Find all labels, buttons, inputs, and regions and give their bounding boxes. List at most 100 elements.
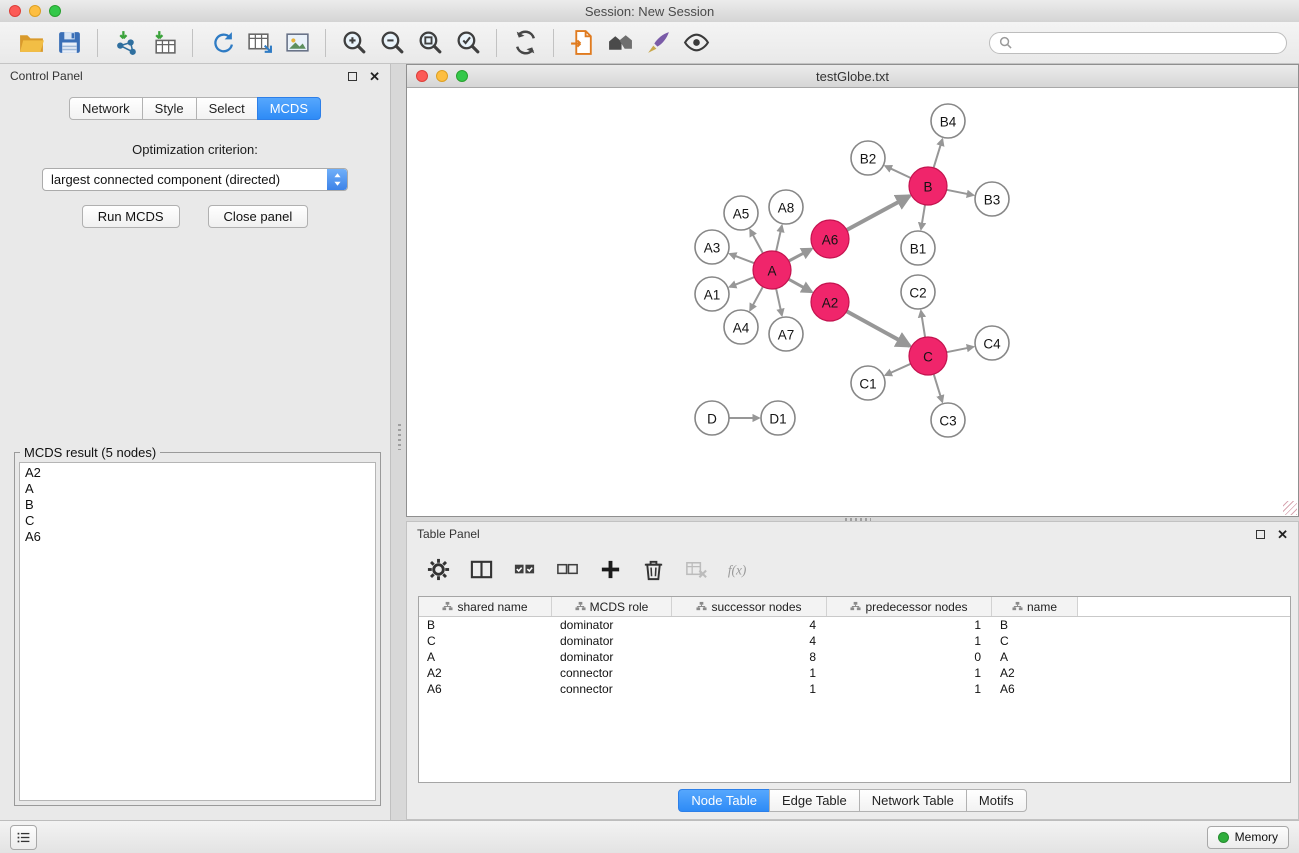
table-row[interactable]: Adominator80A — [419, 649, 1290, 665]
table-row[interactable]: Cdominator41C — [419, 633, 1290, 649]
graph-node-D[interactable]: D — [695, 401, 729, 435]
export-document-button[interactable] — [563, 26, 601, 60]
float-table-panel-icon[interactable] — [1256, 530, 1265, 539]
graph-node-A3[interactable]: A3 — [695, 230, 729, 264]
run-mcds-button[interactable]: Run MCDS — [82, 205, 180, 228]
add-button[interactable] — [595, 554, 625, 584]
result-item[interactable]: C — [20, 513, 375, 529]
save-session-button[interactable] — [50, 26, 88, 60]
delete-button[interactable] — [638, 554, 668, 584]
graph-node-C2[interactable]: C2 — [901, 275, 935, 309]
new-table-button[interactable] — [240, 26, 278, 60]
tab-node-table[interactable]: Node Table — [678, 789, 770, 812]
table-row[interactable]: A2connector11A2 — [419, 665, 1290, 681]
graph-node-B1[interactable]: B1 — [901, 231, 935, 265]
split-divider-grip[interactable] — [398, 424, 401, 450]
search-box[interactable] — [989, 32, 1287, 54]
delete-table-button[interactable] — [681, 554, 711, 584]
zoom-fit-button[interactable] — [411, 26, 449, 60]
window-controls — [9, 5, 61, 17]
minimize-window-icon[interactable] — [29, 5, 41, 17]
table-cell: connector — [552, 666, 672, 680]
tab-select[interactable]: Select — [196, 97, 258, 120]
close-panel-icon[interactable]: ✕ — [369, 70, 380, 83]
show-columns-button[interactable] — [466, 554, 496, 584]
close-panel-button[interactable]: Close panel — [208, 205, 309, 228]
column-header[interactable]: shared name — [419, 597, 552, 616]
network-graph[interactable]: B4 B2 B B3 A5 A8A6 B1 A3 A C2 A1 A2 A4 A7 C4 C C1 C3 D D1 — [407, 88, 1298, 516]
toggle-visibility-button[interactable] — [677, 26, 715, 60]
zoom-in-button[interactable] — [335, 26, 373, 60]
graph-node-A1[interactable]: A1 — [695, 277, 729, 311]
result-item[interactable]: A2 — [20, 465, 375, 481]
function-builder-button[interactable]: f(x) — [724, 554, 754, 584]
table-row[interactable]: A6connector11A6 — [419, 681, 1290, 697]
graph-node-A4[interactable]: A4 — [724, 310, 758, 344]
mcds-buttons-row: Run MCDS Close panel — [0, 205, 390, 228]
mcds-result-list[interactable]: A2ABCA6 — [19, 462, 376, 801]
column-header[interactable]: name — [992, 597, 1078, 616]
unselect-all-button[interactable] — [552, 554, 582, 584]
graph-edge-C-C3 — [934, 374, 943, 402]
tab-mcds[interactable]: MCDS — [257, 97, 321, 120]
network-canvas[interactable]: B4 B2 B B3 A5 A8A6 B1 A3 A C2 A1 A2 A4 A7 C4 C C1 C3 D D1 — [407, 88, 1298, 516]
close-table-panel-icon[interactable]: ✕ — [1277, 528, 1288, 541]
graph-node-C1[interactable]: C1 — [851, 366, 885, 400]
zoom-selected-button[interactable] — [449, 26, 487, 60]
graph-node-A7[interactable]: A7 — [769, 317, 803, 351]
refresh-icon — [512, 29, 539, 56]
zoom-window-icon[interactable] — [49, 5, 61, 17]
graph-node-A5[interactable]: A5 — [724, 196, 758, 230]
table-row[interactable]: Bdominator41B — [419, 617, 1290, 633]
graph-node-C[interactable]: C — [909, 337, 947, 375]
resize-handle-icon[interactable] — [1283, 501, 1297, 515]
toolbar-separator — [496, 29, 497, 57]
zoom-out-button[interactable] — [373, 26, 411, 60]
tab-edge-table[interactable]: Edge Table — [769, 789, 860, 812]
zoom-out-icon — [379, 29, 406, 56]
trash-icon — [641, 557, 666, 582]
result-item[interactable]: A — [20, 481, 375, 497]
dropdown-stepper-icon[interactable] — [327, 169, 347, 190]
result-item[interactable]: A6 — [20, 529, 375, 545]
graph-node-D1[interactable]: D1 — [761, 401, 795, 435]
close-window-icon[interactable] — [9, 5, 21, 17]
graph-node-A6[interactable]: A6 — [811, 220, 849, 258]
tab-network-table[interactable]: Network Table — [859, 789, 967, 812]
table-settings-button[interactable] — [423, 554, 453, 584]
graph-node-B[interactable]: B — [909, 167, 947, 205]
column-header[interactable]: MCDS role — [552, 597, 672, 616]
open-session-button[interactable] — [12, 26, 50, 60]
graph-node-A2[interactable]: A2 — [811, 283, 849, 321]
tab-network[interactable]: Network — [69, 97, 143, 120]
graph-node-A8[interactable]: A8 — [769, 190, 803, 224]
graph-node-C3[interactable]: C3 — [931, 403, 965, 437]
panel-toggle-button[interactable] — [10, 825, 37, 850]
export-image-button[interactable] — [278, 26, 316, 60]
graph-node-B2[interactable]: B2 — [851, 141, 885, 175]
graph-node-A[interactable]: A — [753, 251, 791, 289]
memory-button[interactable]: Memory — [1207, 826, 1289, 849]
zoom-network-window-icon[interactable] — [456, 70, 468, 82]
tab-style[interactable]: Style — [142, 97, 197, 120]
apply-style-button[interactable] — [639, 26, 677, 60]
memory-label: Memory — [1235, 830, 1278, 844]
select-all-button[interactable] — [509, 554, 539, 584]
graph-node-B3[interactable]: B3 — [975, 182, 1009, 216]
optimization-criterion-select[interactable]: largest connected component (directed) — [42, 168, 348, 191]
import-table-button[interactable] — [145, 26, 183, 60]
result-item[interactable]: B — [20, 497, 375, 513]
close-network-window-icon[interactable] — [416, 70, 428, 82]
clone-network-button[interactable] — [202, 26, 240, 60]
import-network-button[interactable] — [107, 26, 145, 60]
column-header[interactable]: successor nodes — [672, 597, 827, 616]
column-header[interactable]: predecessor nodes — [827, 597, 992, 616]
minimize-network-window-icon[interactable] — [436, 70, 448, 82]
search-input[interactable] — [1017, 35, 1277, 51]
graph-node-B4[interactable]: B4 — [931, 104, 965, 138]
tab-motifs[interactable]: Motifs — [966, 789, 1027, 812]
graph-node-C4[interactable]: C4 — [975, 326, 1009, 360]
float-panel-icon[interactable] — [348, 72, 357, 81]
home-view-button[interactable] — [601, 26, 639, 60]
refresh-view-button[interactable] — [506, 26, 544, 60]
